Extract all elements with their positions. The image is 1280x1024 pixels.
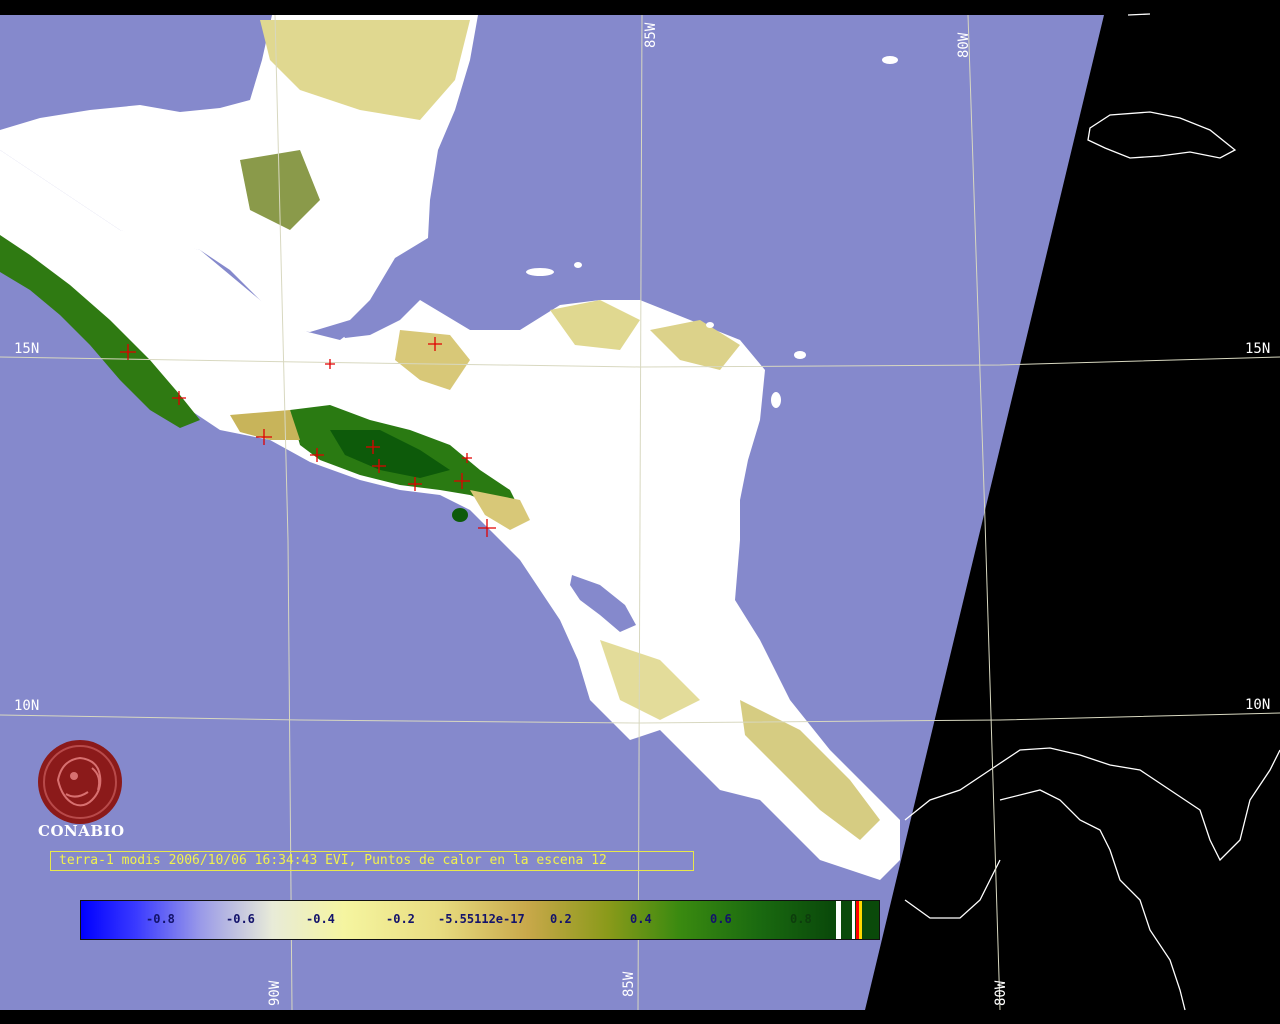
colorbar-tick-label: -0.6 [226,912,255,926]
lat-label-10n-left: 10N [14,698,40,714]
colorbar-tick-label: -0.4 [306,912,335,926]
colorbar-tick-label: -0.2 [386,912,415,926]
lon-label-80w-top: 80W [956,32,972,58]
colorbar-tick-label: 0.6 [710,912,732,926]
colorbar-tick-label: -5.55112e-17 [438,912,525,926]
colorbar-tick-label: 0.8 [790,912,812,926]
conabio-logo-text: CONABIO [38,822,125,840]
colorbar-yellow-stripe [859,901,862,939]
lat-label-10n-right: 10N [1245,697,1271,713]
colorbar-white-stripe [836,901,841,939]
lon-label-90w-bottom: 90W [267,980,283,1006]
lon-label-80w-bottom: 80W [993,980,1009,1006]
colorbar-tick-label: -0.8 [146,912,175,926]
lon-label-85w-bottom: 85W [621,971,637,997]
colorbar-tick-label: 0.4 [630,912,652,926]
lon-label-85w-top: 85W [643,22,659,48]
colorbar-tick-label: 0.2 [550,912,572,926]
scene-caption: terra-1 modis 2006/10/06 16:34:43 EVI, P… [50,851,694,871]
lat-label-15n-left: 15N [14,341,40,357]
colorbar-white-stripe-2 [852,901,855,939]
conabio-logo-icon [38,740,122,824]
lat-label-15n-right: 15N [1245,341,1271,357]
